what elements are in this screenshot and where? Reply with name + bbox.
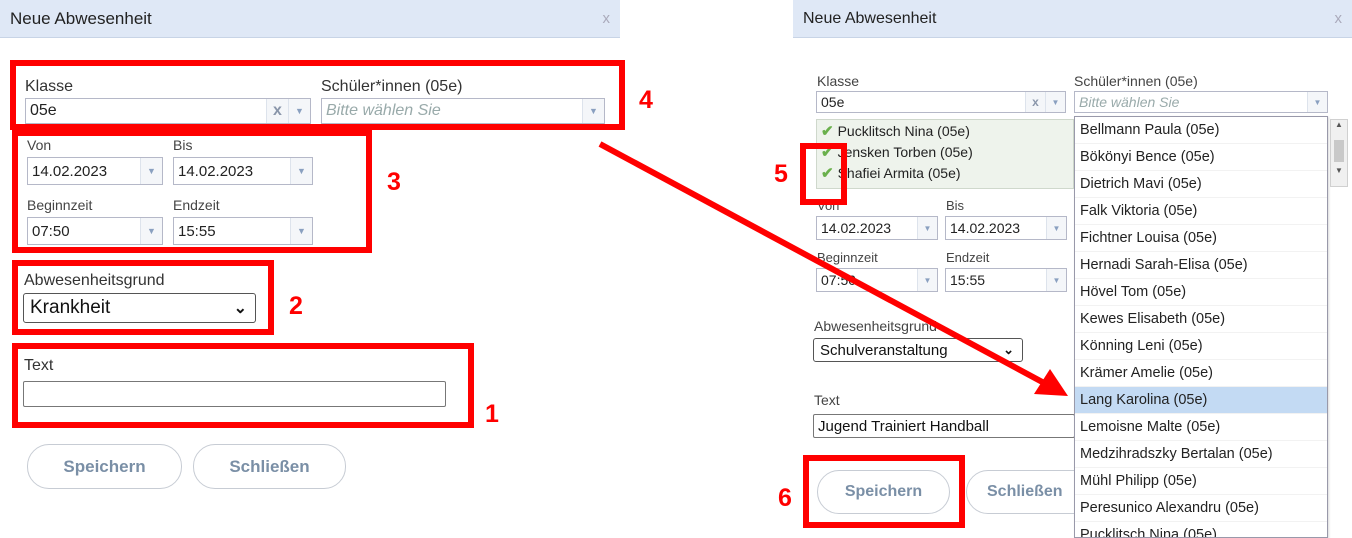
annotation-arrow bbox=[598, 141, 1068, 396]
